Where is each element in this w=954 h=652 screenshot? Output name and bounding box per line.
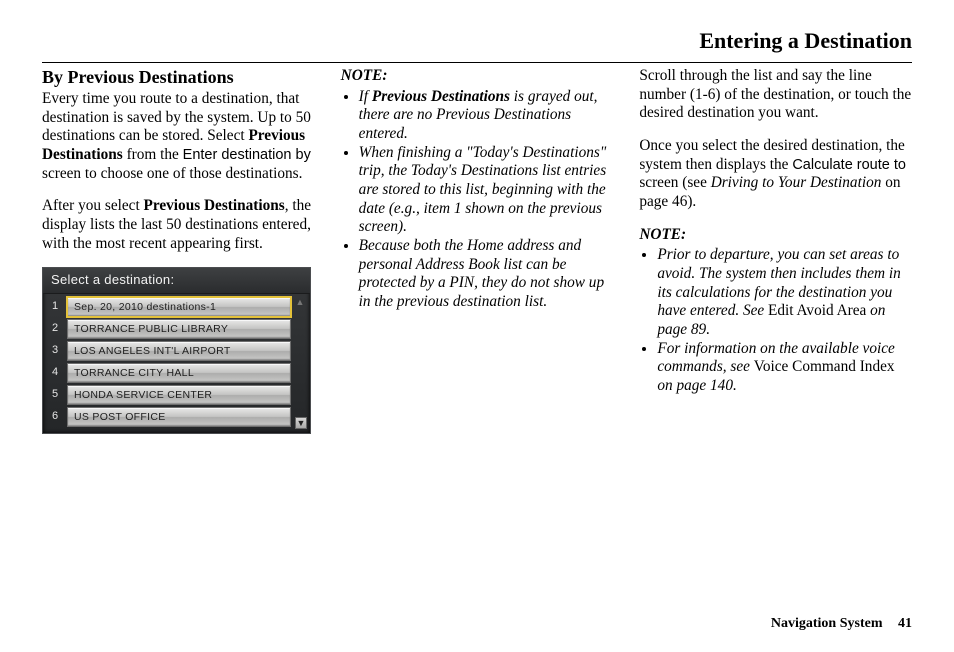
intro-paragraph-2: After you select Previous Destinations, … [42, 197, 315, 253]
text: Calculate route to [792, 157, 906, 173]
text: Edit Avoid Area [768, 302, 866, 319]
footer-label: Navigation System [771, 616, 883, 631]
text: After you select [42, 197, 144, 214]
note-item: When finishing a "Today's Destinations" … [359, 144, 614, 237]
instruction-paragraph: Scroll through the list and say the line… [639, 67, 912, 123]
list-item[interactable]: 3 LOS ANGELES INT'L AIRPORT [47, 341, 291, 361]
note-item: Prior to departure, you can set areas to… [657, 246, 912, 339]
row-number: 5 [47, 385, 67, 405]
note-list: If Previous Destinations is grayed out, … [341, 88, 614, 312]
divider [42, 62, 912, 63]
text: Voice Command Index [754, 358, 895, 375]
text: Enter destination by [183, 147, 311, 163]
row-label: LOS ANGELES INT'L AIRPORT [67, 341, 291, 361]
scroll-up-icon[interactable]: ▲ [295, 297, 305, 307]
device-header: Select a destination: [43, 268, 310, 294]
list-item[interactable]: 1 Sep. 20, 2010 destinations-1 [47, 297, 291, 317]
manual-page: Entering a Destination By Previous Desti… [0, 0, 954, 652]
destination-list: 1 Sep. 20, 2010 destinations-1 2 TORRANC… [43, 294, 295, 433]
row-label: US POST OFFICE [67, 407, 291, 427]
text: If [359, 88, 372, 105]
section-heading: By Previous Destinations [42, 67, 315, 89]
column-1: By Previous Destinations Every time you … [42, 67, 315, 434]
row-number: 6 [47, 407, 67, 427]
row-label: HONDA SERVICE CENTER [67, 385, 291, 405]
nav-device-screenshot: Select a destination: 1 Sep. 20, 2010 de… [42, 267, 311, 434]
row-number: 1 [47, 297, 67, 317]
row-number: 3 [47, 341, 67, 361]
row-number: 4 [47, 363, 67, 383]
page-title: Entering a Destination [42, 28, 912, 54]
row-label: TORRANCE CITY HALL [67, 363, 291, 383]
intro-paragraph-1: Every time you route to a destination, t… [42, 90, 315, 183]
instruction-paragraph: Once you select the desired destination,… [639, 137, 912, 212]
text: screen to choose one of those destinatio… [42, 165, 302, 182]
text: screen (see [639, 174, 710, 191]
row-label: Sep. 20, 2010 destinations-1 [67, 297, 291, 317]
list-item[interactable]: 5 HONDA SERVICE CENTER [47, 385, 291, 405]
note-item: Because both the Home address and person… [359, 237, 614, 312]
list-item[interactable]: 6 US POST OFFICE [47, 407, 291, 427]
note-item: If Previous Destinations is grayed out, … [359, 88, 614, 144]
note-list: Prior to departure, you can set areas to… [639, 246, 912, 395]
column-3: Scroll through the list and say the line… [639, 67, 912, 434]
row-number: 2 [47, 319, 67, 339]
scroll-down-icon[interactable]: ▼ [295, 417, 307, 429]
text: from the [123, 146, 183, 163]
text: Previous Destinations [144, 197, 285, 214]
row-label: TORRANCE PUBLIC LIBRARY [67, 319, 291, 339]
list-item[interactable]: 2 TORRANCE PUBLIC LIBRARY [47, 319, 291, 339]
note-heading: NOTE: [341, 67, 614, 86]
three-column-layout: By Previous Destinations Every time you … [42, 67, 912, 434]
scrollbar: ▲ ▼ [295, 294, 310, 433]
text: Previous Destinations [372, 88, 510, 105]
page-footer: Navigation System 41 [771, 616, 912, 632]
device-body: 1 Sep. 20, 2010 destinations-1 2 TORRANC… [43, 294, 310, 433]
text: on page 140. [657, 377, 736, 394]
text: Driving to Your Destination [711, 174, 882, 191]
note-heading: NOTE: [639, 226, 912, 245]
page-number: 41 [898, 616, 912, 631]
list-item[interactable]: 4 TORRANCE CITY HALL [47, 363, 291, 383]
note-item: For information on the available voice c… [657, 340, 912, 396]
column-2: NOTE: If Previous Destinations is grayed… [341, 67, 614, 434]
